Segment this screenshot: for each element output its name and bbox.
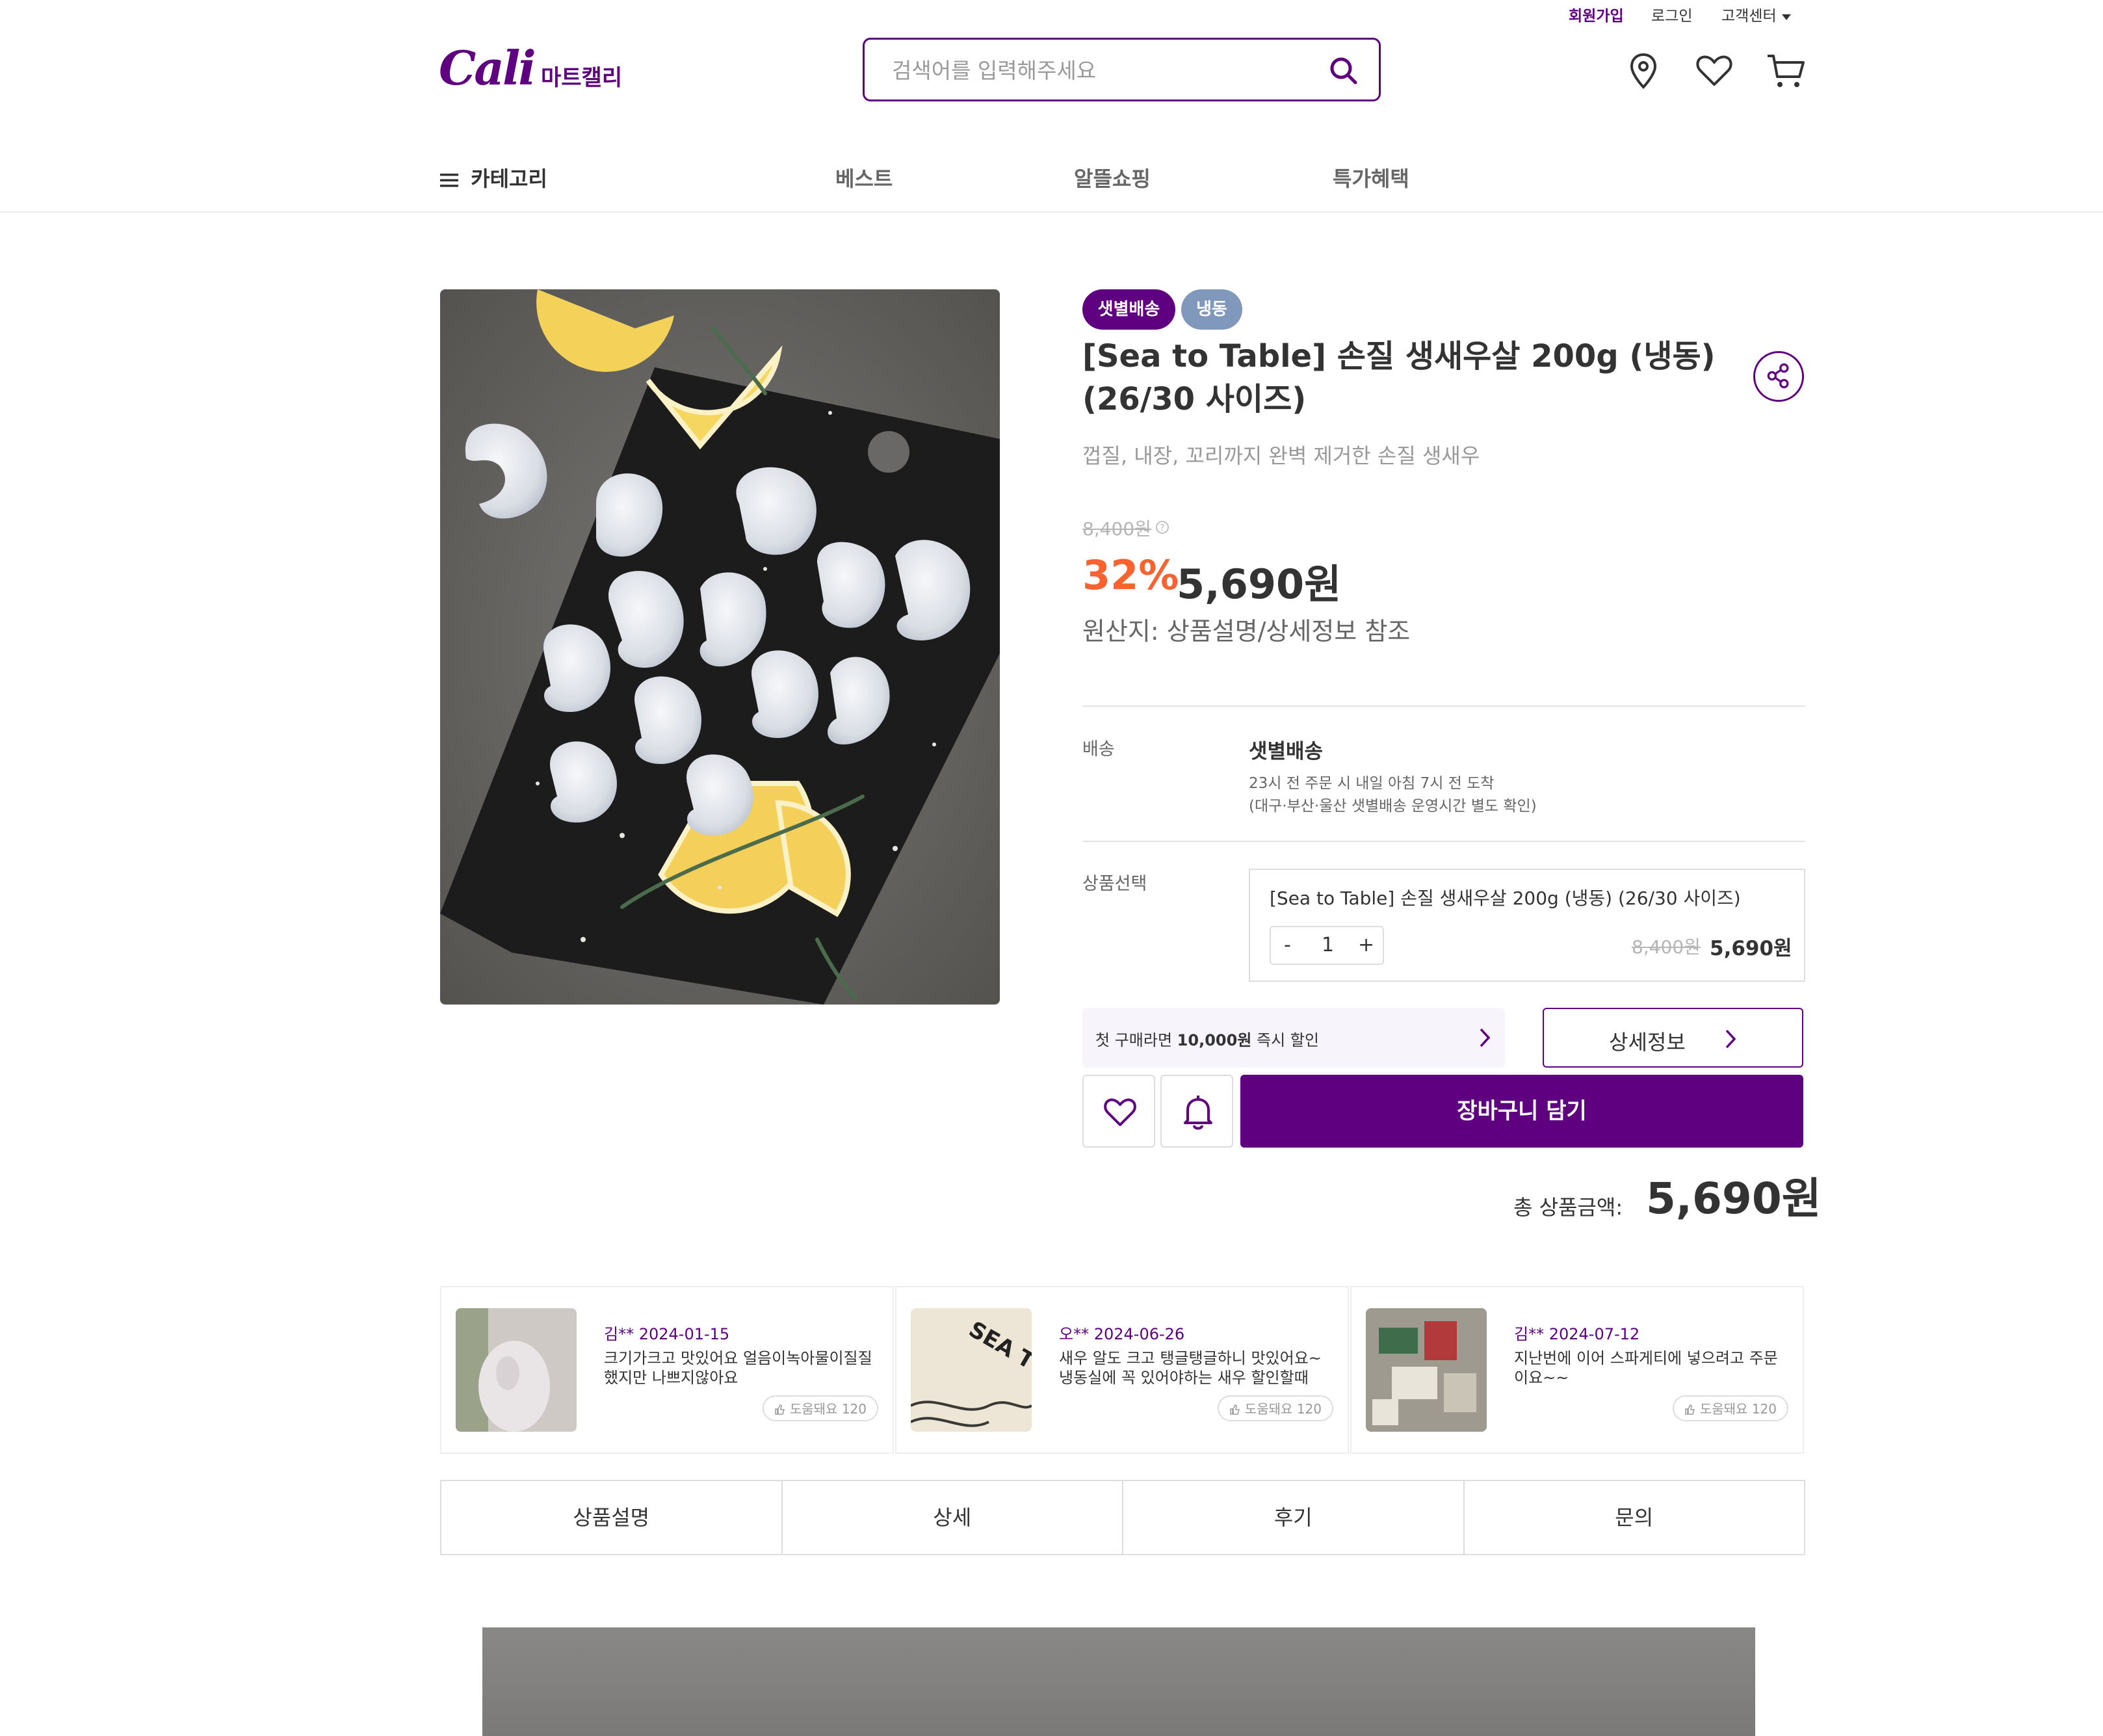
location-icon[interactable] (1623, 51, 1664, 91)
header-divider (0, 211, 2103, 213)
review-author: 김** 2024-01-15 (604, 1325, 730, 1343)
original-price: 8,400원 (1082, 518, 1151, 540)
option-price: 5,690원 (1710, 937, 1792, 960)
helpful-button[interactable]: 도움돼요 120 (1672, 1395, 1788, 1421)
delivery-label: 배송 (1082, 739, 1115, 759)
search-input[interactable] (891, 55, 1309, 85)
signup-link[interactable]: 회원가입 (1569, 3, 1624, 25)
delivery-note: (대구·부산·울산 샛별배송 운영시간 별도 확인) (1249, 798, 1537, 815)
heart-icon (1104, 1098, 1136, 1126)
nav-best[interactable]: 베스트 (835, 163, 893, 192)
share-icon[interactable] (1753, 351, 1804, 402)
chevron-right-icon (1725, 1029, 1736, 1049)
logo-subtitle[interactable]: 마트캘리 (541, 60, 622, 92)
delivery-time: 23시 전 주문 시 내일 아침 7시 전 도착 (1249, 775, 1495, 792)
helpful-button[interactable]: 도움돼요 120 (762, 1395, 878, 1421)
tab-description[interactable]: 상품설명 (441, 1481, 783, 1554)
review-text: 크기가크고 맛있어요 얼음이녹아물이질질 했지만 나쁘지않아요 (604, 1349, 872, 1387)
category-menu[interactable]: 카테고리 (440, 163, 547, 192)
quantity-value: 1 (1322, 934, 1335, 956)
customer-center-label: 고객센터 (1721, 8, 1777, 25)
coupon-amount: 10,000원 (1177, 1031, 1252, 1049)
wishlist-button[interactable] (1082, 1075, 1155, 1148)
total-price: 5,690원 (1646, 1174, 1822, 1224)
heart-icon[interactable] (1694, 51, 1734, 91)
cart-icon[interactable] (1766, 51, 1806, 91)
thumbs-up-icon (1229, 1404, 1240, 1415)
login-link[interactable]: 로그인 (1651, 3, 1692, 25)
option-original-price: 8,400원 (1632, 936, 1701, 958)
badge-dawn-delivery: 샛별배송 (1082, 289, 1175, 330)
helpful-button[interactable]: 도움돼요 120 (1217, 1395, 1333, 1421)
description-image (482, 1627, 1755, 1736)
svg-text:?: ? (1160, 523, 1165, 533)
option-label: 상품선택 (1082, 874, 1147, 894)
decrease-button[interactable]: - (1284, 934, 1291, 956)
total-label: 총 상품금액: (1513, 1195, 1623, 1220)
tab-detail[interactable]: 상세 (783, 1481, 1123, 1554)
detail-info-button[interactable]: 상세정보 (1543, 1008, 1803, 1068)
review-photo (456, 1308, 577, 1432)
delivery-type: 샛별배송 (1249, 740, 1324, 763)
review-photo (1366, 1308, 1487, 1432)
thumbs-up-icon (1684, 1404, 1695, 1415)
helpful-label: 도움돼요 120 (789, 1401, 867, 1417)
customer-center-link[interactable]: 고객센터 (1721, 3, 1792, 25)
review-card[interactable]: SEA TO TABLE 오** 2024-06-26 새우 알도 크고 탱글탱… (895, 1286, 1349, 1454)
origin-info: 원산지: 상품설명/상세정보 참조 (1082, 617, 1411, 646)
tab-inquiry[interactable]: 문의 (1465, 1481, 1805, 1554)
review-card[interactable]: 김** 2024-01-15 크기가크고 맛있어요 얼음이녹아물이질질 했지만 … (440, 1286, 894, 1454)
increase-button[interactable]: + (1358, 934, 1374, 956)
nav-special-deals[interactable]: 특가혜택 (1333, 163, 1409, 192)
nav-saving-shopping[interactable]: 알뜰쇼핑 (1074, 163, 1151, 192)
detail-info-label: 상세정보 (1609, 1030, 1686, 1055)
helpful-label: 도움돼요 120 (1244, 1401, 1322, 1417)
product-title: [Sea to Table] 손질 생새우살 200g (냉동) (26/30 … (1082, 338, 1716, 417)
search-bar (863, 38, 1381, 101)
sale-price: 5,690원 (1177, 560, 1342, 608)
product-image (440, 289, 1000, 1005)
coupon-suffix: 즉시 할인 (1251, 1031, 1319, 1049)
restock-alert-button[interactable] (1160, 1075, 1233, 1148)
tab-reviews[interactable]: 후기 (1123, 1481, 1465, 1554)
product-tabs: 상품설명 상세 후기 문의 (440, 1480, 1805, 1555)
review-photo: SEA TO TABLE (911, 1308, 1032, 1432)
first-purchase-banner[interactable]: 첫 구매라면 10,000원 즉시 할인 (1082, 1008, 1505, 1068)
chevron-right-icon (1480, 1028, 1491, 1047)
coupon-prefix: 첫 구매라면 (1095, 1031, 1177, 1049)
thumbs-up-icon (774, 1404, 785, 1415)
shrimp-photo (440, 289, 1000, 1005)
info-divider-2 (1082, 841, 1805, 842)
bell-icon (1184, 1096, 1212, 1130)
search-icon[interactable] (1327, 54, 1361, 88)
add-to-cart-button[interactable]: 장바구니 담기 (1240, 1075, 1803, 1148)
quantity-stepper: - 1 + (1270, 926, 1384, 965)
review-card[interactable]: 김** 2024-07-12 지난번에 이어 스파게티에 넣으려고 주문이요~~… (1350, 1286, 1804, 1454)
coupon-text: 첫 구매라면 10,000원 즉시 할인 (1095, 1027, 1319, 1050)
logo[interactable]: Cali (439, 40, 536, 96)
review-author: 오** 2024-06-26 (1059, 1325, 1185, 1343)
help-icon[interactable]: ? (1155, 520, 1169, 534)
badge-frozen: 냉동 (1181, 289, 1242, 330)
review-text: 지난번에 이어 스파게티에 넣으려고 주문이요~~ (1514, 1349, 1778, 1387)
helpful-label: 도움돼요 120 (1699, 1401, 1777, 1417)
discount-rate: 32% (1082, 551, 1179, 599)
caret-down-icon (1781, 14, 1791, 20)
review-text: 새우 알도 크고 탱글탱글하니 맛있어요~ 냉동실에 꼭 있어야하는 새우 할인… (1059, 1349, 1322, 1387)
review-author: 김** 2024-07-12 (1514, 1325, 1640, 1343)
info-divider-1 (1082, 705, 1805, 707)
hamburger-icon (440, 174, 458, 187)
option-name: [Sea to Table] 손질 생새우살 200g (냉동) (26/30 … (1270, 888, 1741, 909)
category-label: 카테고리 (471, 166, 547, 191)
product-subtitle: 껍질, 내장, 꼬리까지 완벽 제거한 손질 생새우 (1082, 443, 1480, 468)
